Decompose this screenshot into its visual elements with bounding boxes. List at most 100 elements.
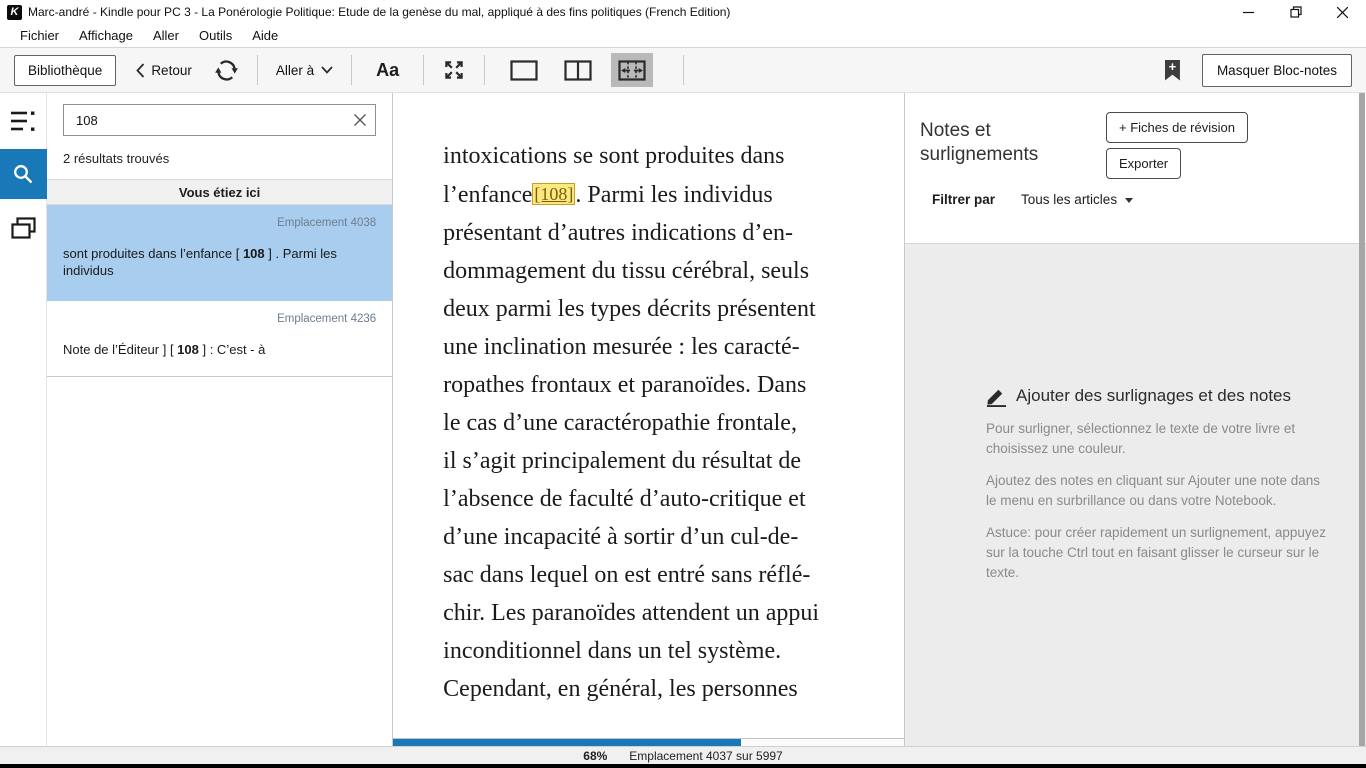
close-icon: [1337, 7, 1348, 18]
footnote-link[interactable]: [108]: [532, 183, 575, 205]
book-text-line: sac dans lequel on est entré sans réflé-: [443, 556, 904, 594]
results-count: 2 résultats trouvés: [63, 151, 376, 166]
notebook-body: Ajouter des surlignages et des notes Pou…: [905, 244, 1366, 746]
book-text-line: une inclination mesurée : les caracté-: [443, 328, 904, 366]
toolbar-separator: [683, 55, 684, 85]
bottom-edge: [0, 764, 1366, 768]
empty-state-title: Ajouter des surlignages et des notes: [1016, 386, 1291, 406]
book-text-line: chir. Les paranoïdes attendent un appui: [443, 594, 904, 632]
reading-progress-bar: [393, 738, 904, 746]
flashcards-button[interactable]: + Fiches de révision: [1106, 112, 1248, 143]
empty-state-paragraph: Pour surligner, sélectionnez le texte de…: [986, 419, 1326, 459]
back-label: Retour: [151, 63, 192, 78]
result-location: Emplacement 4236: [63, 313, 376, 325]
menu-outils[interactable]: Outils: [189, 26, 242, 45]
restore-icon: [1290, 6, 1302, 18]
book-text-line: présentant d’autres indications d’en-: [443, 214, 904, 252]
pages-icon: [11, 217, 36, 240]
notebook-panel: Notes et surlignements + Fiches de révis…: [905, 93, 1366, 746]
toc-icon: [10, 110, 36, 132]
book-text-line: d’une incapacité à sortir d’un cul-de-: [443, 518, 904, 556]
goto-dropdown[interactable]: Aller à: [276, 63, 333, 78]
left-icon-strip: [0, 93, 47, 746]
filter-label: Filtrer par: [932, 192, 995, 207]
search-icon: [11, 162, 35, 186]
menu-affichage[interactable]: Affichage: [69, 26, 143, 45]
book-text-line: intoxications se sont produites dans: [443, 137, 904, 175]
back-button[interactable]: Retour: [136, 63, 192, 78]
export-button[interactable]: Exporter: [1106, 148, 1181, 179]
you-were-here-header: Vous étiez ici: [47, 179, 392, 205]
menu-aller[interactable]: Aller: [143, 26, 189, 45]
filter-dropdown[interactable]: Tous les articles: [1021, 192, 1133, 207]
book-text-line: Cependant, en général, les personnes: [443, 670, 904, 708]
notebook-title: Notes et surlignements: [920, 119, 1080, 167]
book-text-line: deux parmi les types décrits présentent: [443, 290, 904, 328]
window-title: Marc-andré - Kindle pour PC 3 - La Ponér…: [28, 5, 730, 19]
book-text-line: dommagement du tissu cérébral, seuls: [443, 252, 904, 290]
reading-pane: intoxications se sont produites dansl’en…: [393, 93, 905, 746]
result-snippet: Note de l’Éditeur ] [ 108 ] : C’est - à: [63, 341, 376, 358]
font-settings-button[interactable]: Aa: [376, 60, 399, 81]
close-button[interactable]: [1319, 0, 1366, 24]
status-bar: 68% Emplacement 4037 sur 5997: [0, 746, 1366, 764]
minimize-icon: [1243, 7, 1254, 18]
continuous-view-icon: [618, 60, 646, 81]
book-text-line: l’enfance[108]. Parmi les individus: [443, 175, 904, 214]
book-text-line: l’absence de faculté d’auto-critique et: [443, 480, 904, 518]
chevron-left-icon: [136, 63, 145, 78]
chevron-down-icon: [321, 66, 333, 74]
empty-state-paragraph: Astuce: pour créer rapidement un surlign…: [986, 523, 1326, 583]
notebook-scrollbar[interactable]: [1359, 93, 1365, 746]
search-panel: 2 résultats trouvés Vous étiez ici Empla…: [47, 93, 393, 746]
reading-progress-fill: [393, 739, 740, 746]
single-page-icon: [510, 60, 538, 81]
toc-sidebar-button[interactable]: [0, 101, 47, 141]
menu-aide[interactable]: Aide: [242, 26, 288, 45]
bookmark-plus-icon: +: [1165, 60, 1180, 74]
result-location: Emplacement 4038: [63, 217, 376, 229]
view-continuous-button[interactable]: [611, 53, 653, 87]
search-input[interactable]: [64, 113, 345, 128]
book-text-line: ropathes frontaux et paranoïdes. Dans: [443, 366, 904, 404]
title-bar: K Marc-andré - Kindle pour PC 3 - La Pon…: [0, 0, 1366, 24]
sync-icon: [214, 58, 239, 83]
menu-fichier[interactable]: Fichier: [10, 26, 69, 45]
book-text-line: le cas d’une caractéropathie frontale,: [443, 404, 904, 442]
fullscreen-button[interactable]: [442, 58, 466, 82]
search-result[interactable]: Emplacement 4038 sont produites dans l’e…: [47, 205, 392, 301]
view-two-pages-button[interactable]: [557, 53, 599, 87]
clear-search-button[interactable]: [345, 114, 375, 126]
menu-bar: Fichier Affichage Aller Outils Aide: [0, 24, 1366, 47]
book-text: intoxications se sont produites dansl’en…: [443, 137, 904, 708]
minimize-button[interactable]: [1225, 0, 1272, 24]
book-text-line: inconditionnel dans un tel système.: [443, 632, 904, 670]
hide-notebook-button[interactable]: Masquer Bloc-notes: [1202, 54, 1352, 87]
search-box: [63, 104, 376, 136]
toolbar-separator: [257, 55, 258, 85]
restore-button[interactable]: [1272, 0, 1319, 24]
notebook-header: Notes et surlignements + Fiches de révis…: [905, 93, 1366, 244]
clear-icon: [354, 114, 366, 126]
toolbar-separator: [423, 55, 424, 85]
search-sidebar-button[interactable]: [0, 149, 47, 199]
search-result[interactable]: Emplacement 4236 Note de l’Éditeur ] [ 1…: [47, 301, 392, 377]
app-window: K Marc-andré - Kindle pour PC 3 - La Pon…: [0, 0, 1366, 768]
pages-sidebar-button[interactable]: [0, 208, 47, 248]
location-info: Emplacement 4037 sur 5997: [629, 749, 782, 763]
result-snippet: sont produites dans l’enfance [ 108 ] . …: [63, 245, 376, 279]
sync-button[interactable]: [214, 58, 239, 83]
toolbar: Bibliothèque Retour Aller à Aa: [0, 47, 1366, 93]
caret-down-icon: [1125, 198, 1133, 203]
fullscreen-icon: [442, 58, 466, 82]
kindle-app-icon: K: [7, 5, 22, 20]
book-text-line: il s’agit principalement du résultat de: [443, 442, 904, 480]
library-button[interactable]: Bibliothèque: [14, 55, 116, 86]
add-bookmark-button[interactable]: +: [1165, 60, 1180, 81]
toolbar-separator: [484, 55, 485, 85]
view-single-page-button[interactable]: [503, 53, 545, 87]
notebook-empty-state: Ajouter des surlignages et des notes Pou…: [986, 385, 1326, 583]
empty-state-paragraph: Ajoutez des notes en cliquant sur Ajoute…: [986, 471, 1326, 511]
two-pages-icon: [564, 60, 592, 81]
highlighter-pen-icon: [986, 385, 1007, 407]
